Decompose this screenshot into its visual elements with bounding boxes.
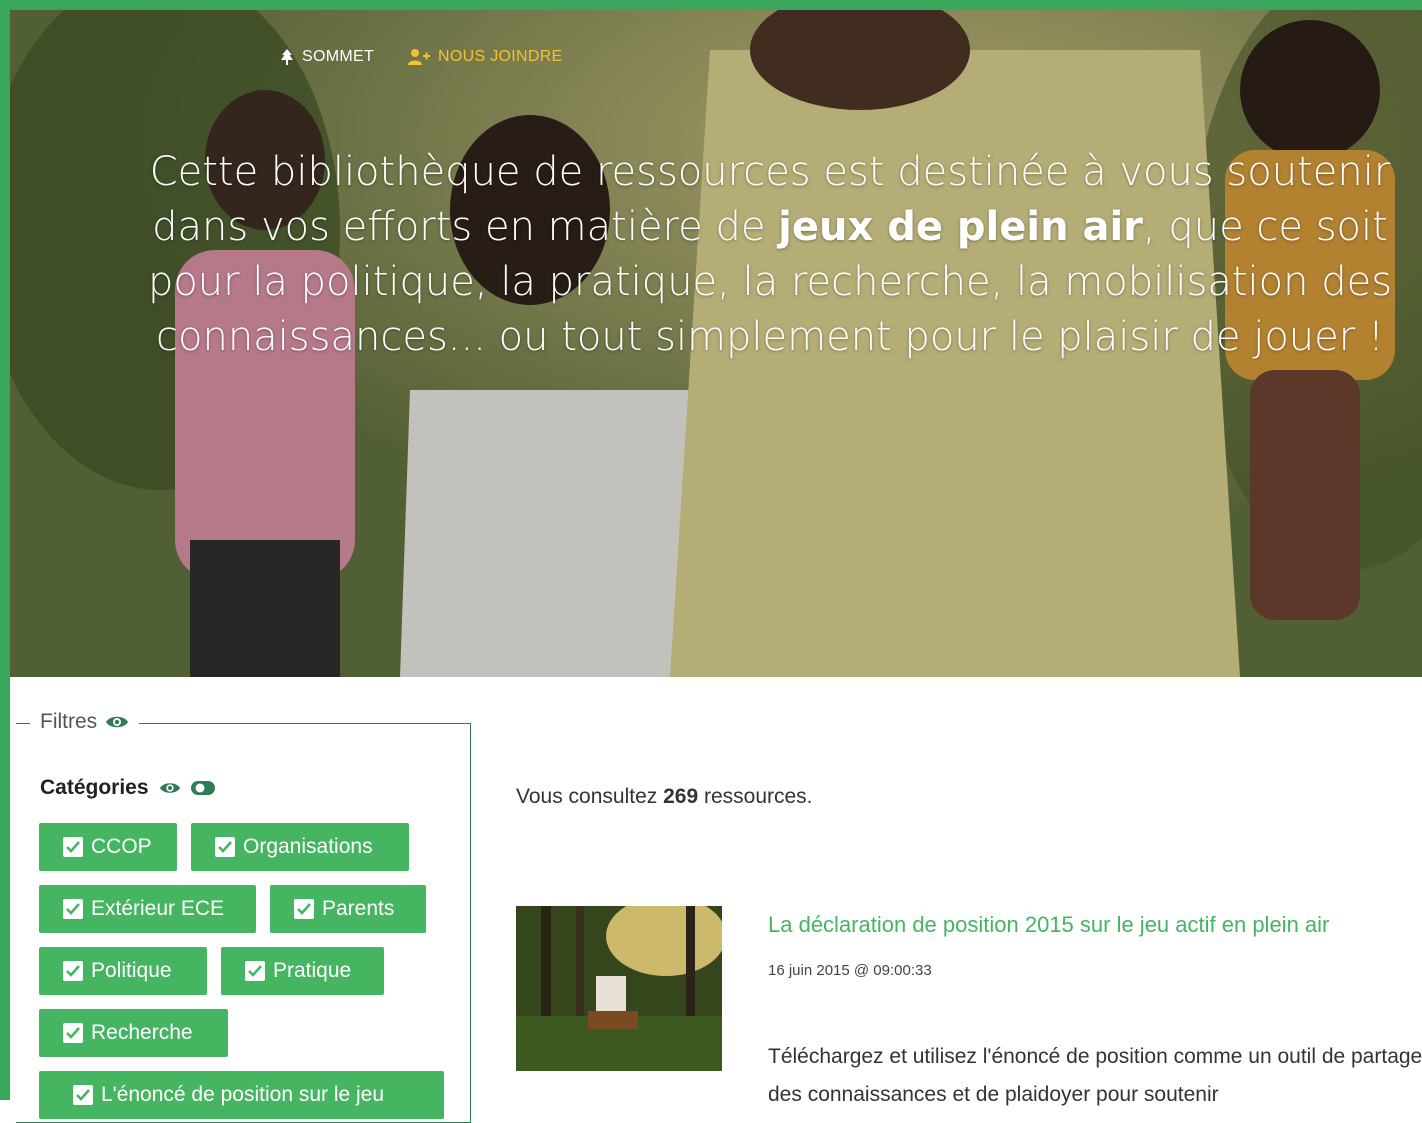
nav-sommet-link[interactable]: SOMMET	[280, 48, 374, 66]
category-chip-organisations[interactable]: Organisations	[191, 823, 409, 871]
top-navigation: SOMMET NOUS JOINDRE	[280, 48, 563, 66]
tree-icon	[280, 49, 294, 65]
checkbox-checked-icon	[63, 899, 83, 919]
nav-contact-link[interactable]: NOUS JOINDRE	[408, 48, 563, 66]
checkbox-checked-icon	[63, 837, 83, 857]
checkbox-checked-icon	[73, 1085, 93, 1105]
filters-panel: Filtres Catégories CCOP Organisations Ex…	[15, 710, 471, 1123]
resource-description: Téléchargez et utilisez l'énoncé de posi…	[768, 1045, 1422, 1106]
chip-label: L'énoncé de position sur le jeu	[101, 1083, 385, 1106]
results-count-after: ressources.	[698, 785, 813, 808]
results-count-before: Vous consultez	[516, 785, 664, 808]
category-chip-recherche[interactable]: Recherche	[39, 1009, 228, 1057]
chip-label: Extérieur ECE	[91, 897, 225, 920]
filters-legend: Filtres	[15, 710, 140, 734]
category-chip-exterieur-ece[interactable]: Extérieur ECE	[39, 885, 256, 933]
eye-icon[interactable]	[105, 714, 129, 730]
categories-heading: Catégories	[40, 776, 215, 800]
categories-eye-icon[interactable]	[159, 780, 181, 796]
chip-label: CCOP	[91, 835, 152, 858]
category-chip-parents[interactable]: Parents	[270, 885, 426, 933]
filters-title: Filtres	[40, 710, 98, 733]
hero-headline: Cette bibliothèque de ressources est des…	[105, 145, 1422, 365]
checkbox-checked-icon	[63, 961, 83, 981]
resource-thumbnail[interactable]	[516, 906, 722, 1071]
resource-date: 16 juin 2015 @ 09:00:33	[768, 962, 932, 979]
category-chip-enonce-position[interactable]: L'énoncé de position sur le jeu	[39, 1071, 444, 1119]
checkbox-checked-icon	[245, 961, 265, 981]
checkbox-checked-icon	[215, 837, 235, 857]
chip-label: Parents	[322, 897, 395, 920]
category-chip-pratique[interactable]: Pratique	[221, 947, 384, 995]
hero-banner: SOMMET NOUS JOINDRE Cette bibliothèque d…	[10, 10, 1422, 677]
category-chip-ccop[interactable]: CCOP	[39, 823, 177, 871]
chip-label: Pratique	[273, 959, 352, 982]
toggle-icon[interactable]	[190, 780, 215, 796]
hero-text-bold: jeux de plein air	[778, 204, 1143, 250]
chip-label: Recherche	[91, 1021, 193, 1044]
user-plus-icon	[408, 49, 431, 65]
nav-contact-label: NOUS JOINDRE	[438, 48, 563, 65]
category-chip-politique[interactable]: Politique	[39, 947, 207, 995]
chip-label: Organisations	[243, 835, 373, 858]
forest-image	[516, 906, 722, 1071]
checkbox-checked-icon	[63, 1023, 83, 1043]
categories-title: Catégories	[40, 776, 149, 799]
results-count: Vous consultez 269 ressources.	[516, 785, 813, 809]
chip-label: Politique	[91, 959, 172, 982]
resource-title-link[interactable]: La déclaration de position 2015 sur le j…	[768, 912, 1329, 938]
results-count-number: 269	[663, 785, 699, 808]
nav-sommet-label: SOMMET	[302, 48, 375, 65]
checkbox-checked-icon	[294, 899, 314, 919]
